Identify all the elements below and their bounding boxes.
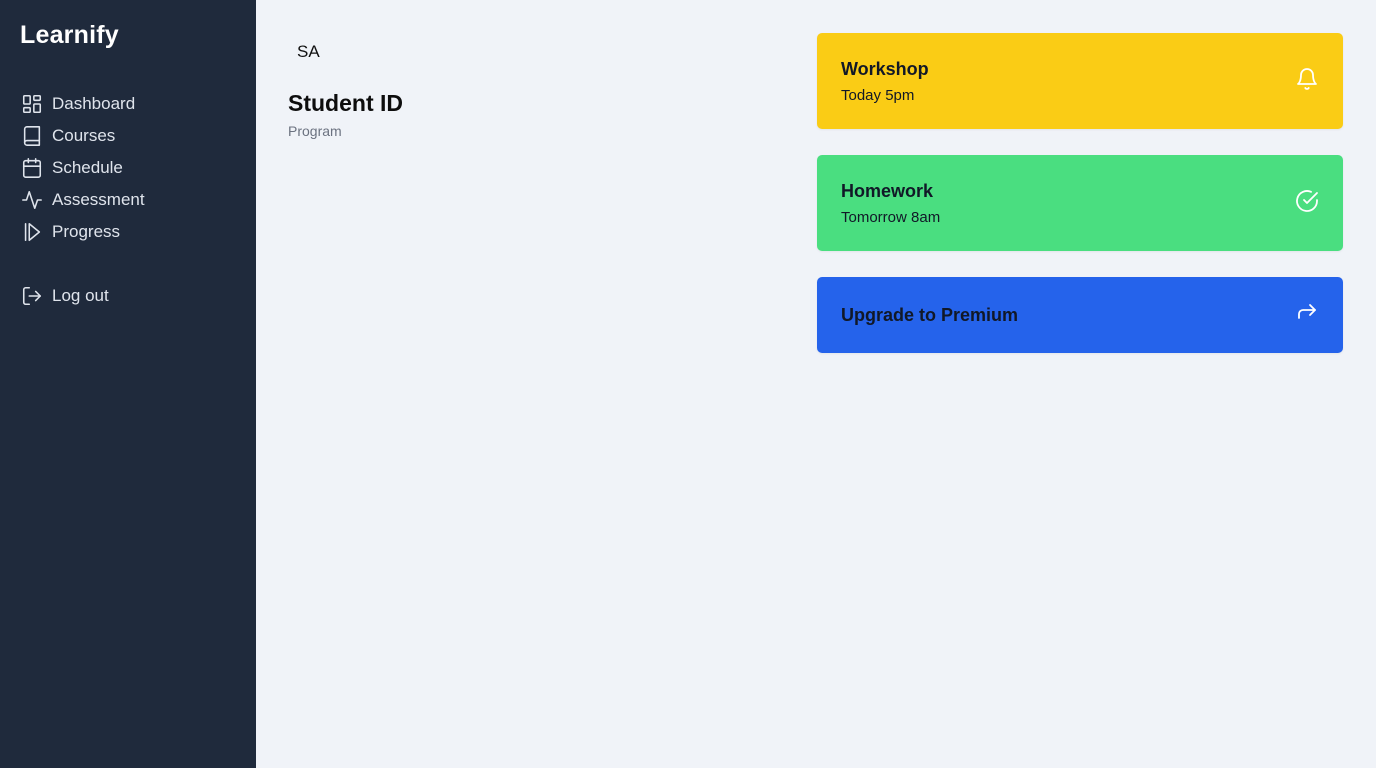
calendar-icon (20, 156, 44, 180)
sidebar: Learnify Dashboard Courses Schedule Asse… (0, 0, 256, 768)
homework-card[interactable]: Homework Tomorrow 8am (817, 155, 1343, 251)
app-root: Learnify Dashboard Courses Schedule Asse… (0, 0, 1376, 768)
sidebar-item-schedule[interactable]: Schedule (20, 152, 236, 184)
brand-logo[interactable]: Learnify (20, 21, 236, 50)
card-title: Workshop (841, 58, 929, 79)
sidebar-item-assessment[interactable]: Assessment (20, 184, 236, 216)
sidebar-item-dashboard[interactable]: Dashboard (20, 88, 236, 120)
page-title: Student ID (288, 90, 403, 116)
forward-arrow-icon[interactable] (1295, 301, 1319, 330)
sidebar-item-label: Courses (52, 126, 116, 145)
activity-icon (20, 188, 44, 212)
nav-spacer (20, 248, 236, 280)
logout-button[interactable]: Log out (20, 280, 236, 312)
progress-icon (20, 220, 44, 244)
sidebar-item-label: Dashboard (52, 94, 136, 113)
sidebar-item-label: Assessment (52, 190, 145, 209)
sidebar-item-label: Progress (52, 222, 121, 241)
card-title: Homework (841, 180, 934, 201)
card-subtitle: Tomorrow 8am (841, 208, 941, 226)
upgrade-premium-card[interactable]: Upgrade to Premium (817, 277, 1343, 353)
card-text: Workshop Today 5pm (841, 59, 929, 104)
sidebar-item-label: Schedule (52, 158, 123, 177)
sidebar-item-courses[interactable]: Courses (20, 120, 236, 152)
card-list: Workshop Today 5pm Homework Tomorrow 8am… (817, 33, 1343, 353)
book-icon (20, 124, 44, 148)
workshop-card[interactable]: Workshop Today 5pm (817, 33, 1343, 129)
card-subtitle: Today 5pm (841, 86, 915, 104)
card-title: Upgrade to Premium (841, 304, 1019, 325)
avatar[interactable]: SA (288, 36, 328, 68)
main-content: SA Student ID Program Workshop Today 5pm… (256, 0, 1376, 768)
logout-label: Log out (52, 286, 109, 305)
dashboard-icon (20, 92, 44, 116)
sidebar-item-progress[interactable]: Progress (20, 216, 236, 248)
bell-icon[interactable] (1295, 67, 1319, 96)
card-text: Homework Tomorrow 8am (841, 181, 940, 226)
logout-icon (20, 284, 44, 308)
profile-section: SA Student ID Program (288, 36, 403, 139)
program-label: Program (288, 123, 342, 139)
check-circle-icon[interactable] (1295, 189, 1319, 218)
sidebar-nav: Dashboard Courses Schedule Assessment Pr… (20, 88, 236, 312)
